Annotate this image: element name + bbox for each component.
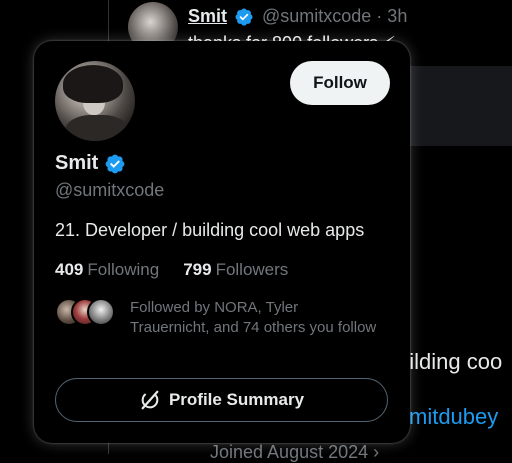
profile-bio: 21. Developer / building cool web apps: [55, 220, 365, 240]
following-stat[interactable]: 409 Following: [55, 260, 159, 280]
profile-summary-button[interactable]: Profile Summary: [55, 378, 388, 422]
tweet-media-placeholder: [408, 66, 512, 146]
follow-button[interactable]: Follow: [290, 61, 390, 105]
followers-label: Followers: [215, 260, 289, 279]
profile-joined-fragment: Joined August 2024 ›: [210, 442, 380, 462]
followed-by-text[interactable]: Followed by NORA, Tyler Trauernicht, and…: [130, 298, 380, 338]
profile-link-fragment[interactable]: mitdubey: [409, 404, 498, 430]
profile-bio-fragment: uilding coo: [397, 349, 503, 374]
followed-by-avatars[interactable]: [55, 298, 117, 328]
followers-count: 799: [183, 260, 212, 279]
tweet-author-name[interactable]: Smit: [188, 6, 227, 27]
verified-badge-icon[interactable]: [104, 153, 126, 175]
followers-stat[interactable]: 799 Followers: [183, 260, 288, 280]
profile-avatar[interactable]: [55, 61, 135, 141]
avatar-figure-body: [65, 115, 129, 141]
profile-name-row: Smit: [55, 152, 126, 175]
profile-summary-label: Profile Summary: [168, 390, 305, 409]
profile-name[interactable]: Smit: [55, 152, 98, 175]
verified-badge-icon: [235, 8, 253, 26]
grok-icon: [141, 390, 159, 410]
following-label: Following: [87, 260, 160, 279]
following-count: 409: [55, 260, 84, 279]
profile-stats: 409 Following 799 Followers: [55, 260, 288, 280]
profile-handle[interactable]: @sumitxcode: [55, 180, 164, 201]
follower-avatar: [87, 298, 115, 326]
tweet-author-handle[interactable]: @sumitxcode · 3h: [262, 6, 407, 27]
profile-hover-card: Follow Smit @sumitxcode 21. Developer / …: [34, 41, 410, 443]
avatar-figure-hair: [63, 65, 123, 103]
